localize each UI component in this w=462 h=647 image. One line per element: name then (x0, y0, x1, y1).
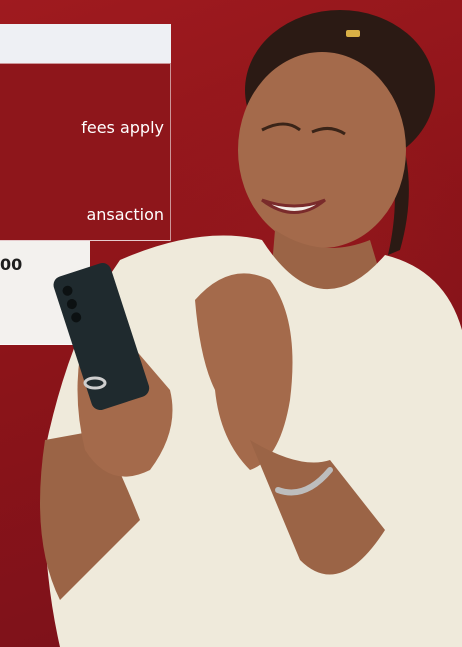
woman-with-phone-photo (40, 10, 462, 647)
